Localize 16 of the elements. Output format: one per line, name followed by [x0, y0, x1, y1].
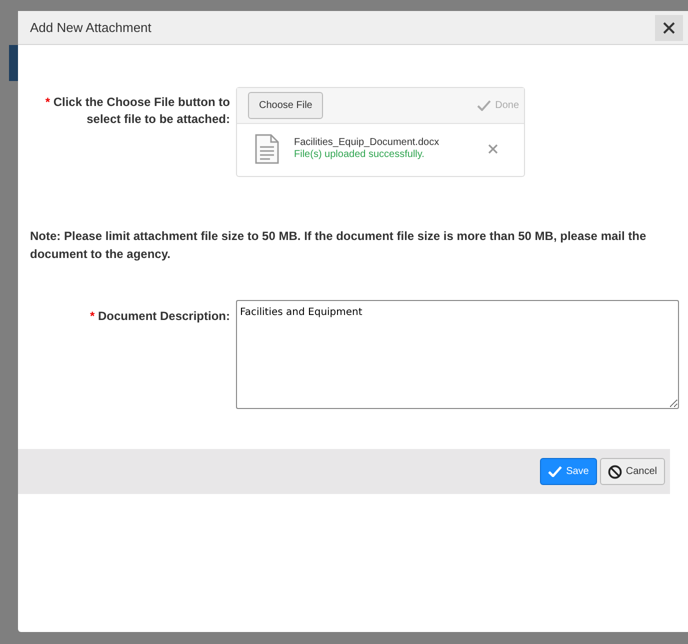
close-icon	[663, 22, 675, 34]
document-icon	[255, 134, 279, 164]
remove-icon[interactable]	[488, 144, 498, 154]
check-icon	[477, 100, 492, 111]
cancel-button[interactable]: Cancel	[600, 458, 665, 485]
upload-status-message: File(s) uploaded successfully.	[294, 149, 426, 161]
dialog-title: Add New Attachment	[30, 18, 152, 37]
field-label: * Document Description:	[88, 308, 230, 325]
prohibited-icon	[608, 464, 622, 478]
description-field[interactable]: Facilities and Equipment	[236, 300, 679, 409]
close-button[interactable]	[655, 14, 683, 40]
choose-file-button[interactable]: Choose File	[248, 92, 324, 119]
check-icon	[548, 466, 562, 477]
note-text: Note: Please limit attachment file size to 50 MB. If the document file size is more than 50 MB, please mail the document to the agency.	[30, 228, 648, 263]
file-name: Facilities_Equip_Document.docx	[294, 137, 440, 149]
field-label: * Click the Choose File button to select file to be attached:	[44, 94, 230, 128]
